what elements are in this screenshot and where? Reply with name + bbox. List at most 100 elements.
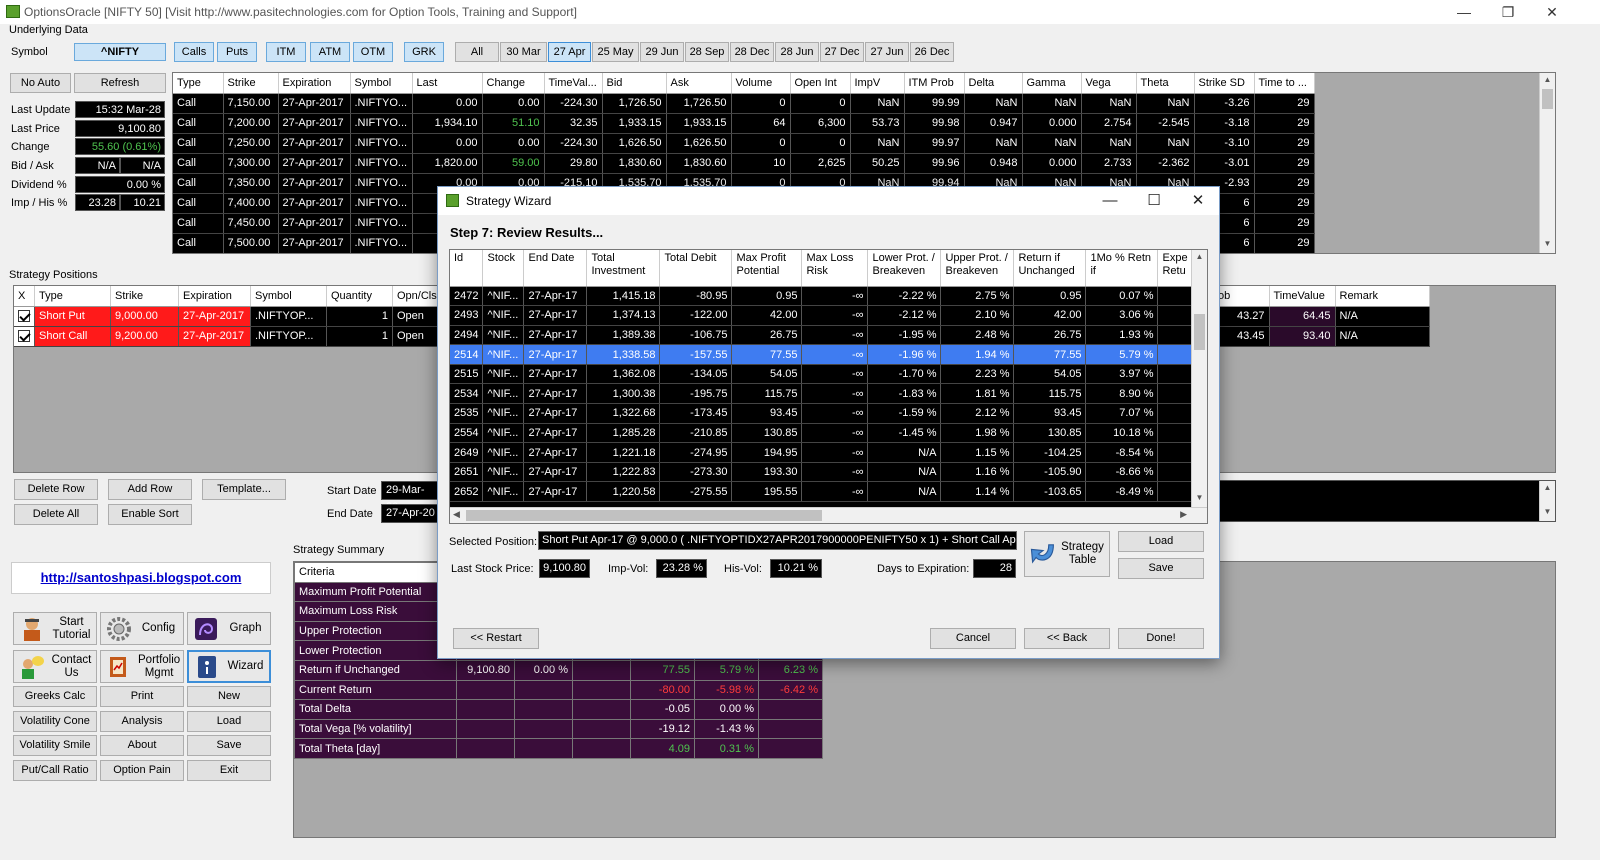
positions-col-header[interactable]: Type [34, 286, 111, 307]
volatility-smile-button[interactable]: Volatility Smile [13, 735, 97, 756]
filter-itm-button[interactable]: ITM [266, 42, 306, 62]
position-checkbox[interactable] [18, 330, 30, 343]
notes-scroll-down-icon[interactable]: ▼ [1540, 507, 1555, 521]
strategy-table-button[interactable]: Strategy Table [1024, 531, 1110, 577]
options-col-header[interactable]: Expiration [278, 73, 351, 94]
dialog-close-button[interactable]: ✕ [1178, 190, 1218, 212]
template-button[interactable]: Template... [202, 479, 286, 500]
results-row[interactable]: 2493 ^NIF... 27-Apr-17 1,374.13 -122.00 42.00… [450, 305, 1193, 326]
contact-us-button[interactable]: Contact Us [13, 650, 97, 683]
greeks-calc-button[interactable]: Greeks Calc [13, 686, 97, 707]
print-button[interactable]: Print [100, 686, 184, 707]
dialog-minimize-button[interactable]: — [1090, 190, 1130, 212]
results-col-header[interactable]: Max Profit Potential [731, 250, 803, 287]
options-col-header[interactable]: Type [173, 73, 224, 94]
position-row[interactable]: Short Put 9,000.00 27-Apr-2017 .NIFTYOP... 1… [14, 306, 482, 327]
dialog-save-button[interactable]: Save [1118, 558, 1204, 579]
results-col-header[interactable]: Max Loss Risk [801, 250, 869, 287]
results-scroll-up-icon[interactable]: ▲ [1192, 252, 1207, 266]
options-col-header[interactable]: Strike SD [1194, 73, 1255, 94]
results-grid[interactable]: Id Stock End Date Total Investment Total Deb… [449, 249, 1208, 524]
new-button[interactable]: New [187, 686, 271, 707]
results-hscroll-thumb[interactable] [466, 510, 822, 521]
enable-sort-button[interactable]: Enable Sort [108, 504, 192, 525]
results-col-header[interactable]: Return if Unchanged [1013, 250, 1087, 287]
refresh-button[interactable]: Refresh [74, 73, 166, 93]
positions-col-header[interactable]: Remark [1335, 286, 1430, 307]
filter-atm-button[interactable]: ATM [310, 42, 350, 62]
expiry-all-button[interactable]: All [455, 42, 499, 62]
results-hscroll[interactable]: ◀ ▶ [450, 507, 1207, 523]
analysis-button[interactable]: Analysis [100, 710, 184, 732]
results-col-header[interactable]: Id [450, 250, 484, 287]
load-button[interactable]: Load [187, 710, 271, 732]
results-col-header[interactable]: Total Investment [586, 250, 661, 287]
blog-link[interactable]: http://santoshpasi.blogspot.com [11, 570, 271, 585]
results-col-header[interactable]: 1Mo % Retn if [1085, 250, 1159, 287]
portfolio-mgmt-button[interactable]: Portfolio Mgmt [100, 650, 184, 683]
exit-button[interactable]: Exit [187, 759, 271, 781]
position-checkbox[interactable] [18, 310, 30, 323]
options-row[interactable]: Call 7,200.00 27-Apr-2017 .NIFTYO... 1,934.1… [173, 113, 1315, 134]
options-col-header[interactable]: Bid [602, 73, 667, 94]
results-scroll-down-icon[interactable]: ▼ [1192, 493, 1207, 507]
restart-button[interactable]: << Restart [453, 628, 539, 649]
options-col-header[interactable]: Volume [731, 73, 791, 94]
options-vscroll[interactable]: ▲ ▼ [1539, 73, 1555, 253]
options-col-header[interactable]: ImpV [850, 73, 905, 94]
no-auto-button[interactable]: No Auto [10, 73, 71, 93]
about-button[interactable]: About [100, 735, 184, 756]
options-col-header[interactable]: Symbol [350, 73, 413, 94]
position-checkbox-cell[interactable] [14, 326, 35, 347]
options-col-header[interactable]: Strike [223, 73, 279, 94]
results-col-header[interactable]: Stock [482, 250, 525, 287]
position-row[interactable]: Short Call 9,200.00 27-Apr-2017 .NIFTYOP...… [14, 326, 482, 347]
end-date-input[interactable]: 27-Apr-20 [381, 504, 439, 523]
options-col-header[interactable]: TimeVal... [544, 73, 603, 94]
expiry-30-mar-button[interactable]: 30 Mar [500, 42, 547, 62]
dialog-load-button[interactable]: Load [1118, 531, 1204, 552]
results-row[interactable]: 2472 ^NIF... 27-Apr-17 1,415.18 -80.95 0.95 -∞… [450, 286, 1193, 307]
results-row[interactable]: 2534 ^NIF... 27-Apr-17 1,300.38 -195.75 115.7… [450, 383, 1193, 405]
results-row[interactable]: 2494 ^NIF... 27-Apr-17 1,389.38 -106.75 26.75… [450, 325, 1193, 346]
options-col-header[interactable]: Ask [666, 73, 732, 94]
filter-calls-button[interactable]: Calls [174, 42, 214, 62]
save-button[interactable]: Save [187, 735, 271, 756]
results-col-header[interactable]: End Date [523, 250, 588, 287]
results-row[interactable]: 2554 ^NIF... 27-Apr-17 1,285.28 -210.85 130.8… [450, 423, 1193, 444]
results-col-header[interactable]: Upper Prot. / Breakeven [940, 250, 1015, 287]
options-col-header[interactable]: Change [482, 73, 545, 94]
positions-col-header[interactable]: TimeValue [1269, 286, 1336, 307]
start-date-input[interactable]: 29-Mar-20 [381, 481, 439, 513]
results-vscroll[interactable]: ▲ ▼ [1191, 250, 1207, 507]
done-button[interactable]: Done! [1118, 628, 1204, 649]
expiry-28-jun-button[interactable]: 28 Jun [775, 42, 819, 62]
expiry-29-jun-button[interactable]: 29 Jun [640, 42, 684, 62]
position-row-right[interactable]: 43.45 93.40 N/A [1203, 326, 1430, 347]
expiry-25-may-button[interactable]: 25 May [592, 42, 639, 62]
expiry-27-dec-button[interactable]: 27 Dec [820, 42, 864, 62]
positions-col-header[interactable]: Strike [110, 286, 179, 307]
scroll-down-icon[interactable]: ▼ [1540, 239, 1555, 253]
selected-position-field[interactable]: Short Put Apr-17 @ 9,000.0 ( .NIFTYOPTID… [538, 531, 1017, 550]
add-row-button[interactable]: Add Row [108, 479, 192, 500]
expiry-26-dec-button[interactable]: 26 Dec [910, 42, 954, 62]
position-row-right[interactable]: 43.27 64.45 N/A [1203, 306, 1430, 327]
filter-grk-button[interactable]: GRK [404, 42, 444, 62]
cancel-button[interactable]: Cancel [930, 628, 1016, 649]
results-row-selected[interactable]: 2514 ^NIF... 27-Apr-17 1,338.58 -157.55 77.55… [450, 344, 1193, 365]
expiry-27-apr-button[interactable]: 27 Apr [548, 42, 591, 62]
symbol-input[interactable]: ^NIFTY [74, 43, 166, 61]
put-call-ratio-button[interactable]: Put/Call Ratio [13, 759, 97, 781]
results-row[interactable]: 2651 ^NIF... 27-Apr-17 1,222.83 -273.30 193.3… [450, 462, 1193, 483]
options-row[interactable]: Call 7,300.00 27-Apr-2017 .NIFTYO... 1,820.0… [173, 153, 1315, 174]
results-scroll-right-icon[interactable]: ▶ [1180, 509, 1187, 520]
delete-row-button[interactable]: Delete Row [14, 479, 98, 500]
options-col-header[interactable]: Delta [964, 73, 1023, 94]
results-col-header[interactable]: Total Debit [659, 250, 733, 287]
positions-col-header[interactable]: Quantity [326, 286, 393, 307]
options-row[interactable]: Call 7,150.00 27-Apr-2017 .NIFTYO... 0.00 0.0… [173, 93, 1315, 114]
positions-col-header[interactable]: Expiration [178, 286, 251, 307]
expiry-28-sep-button[interactable]: 28 Sep [685, 42, 729, 62]
options-col-header[interactable]: ITM Prob [904, 73, 965, 94]
